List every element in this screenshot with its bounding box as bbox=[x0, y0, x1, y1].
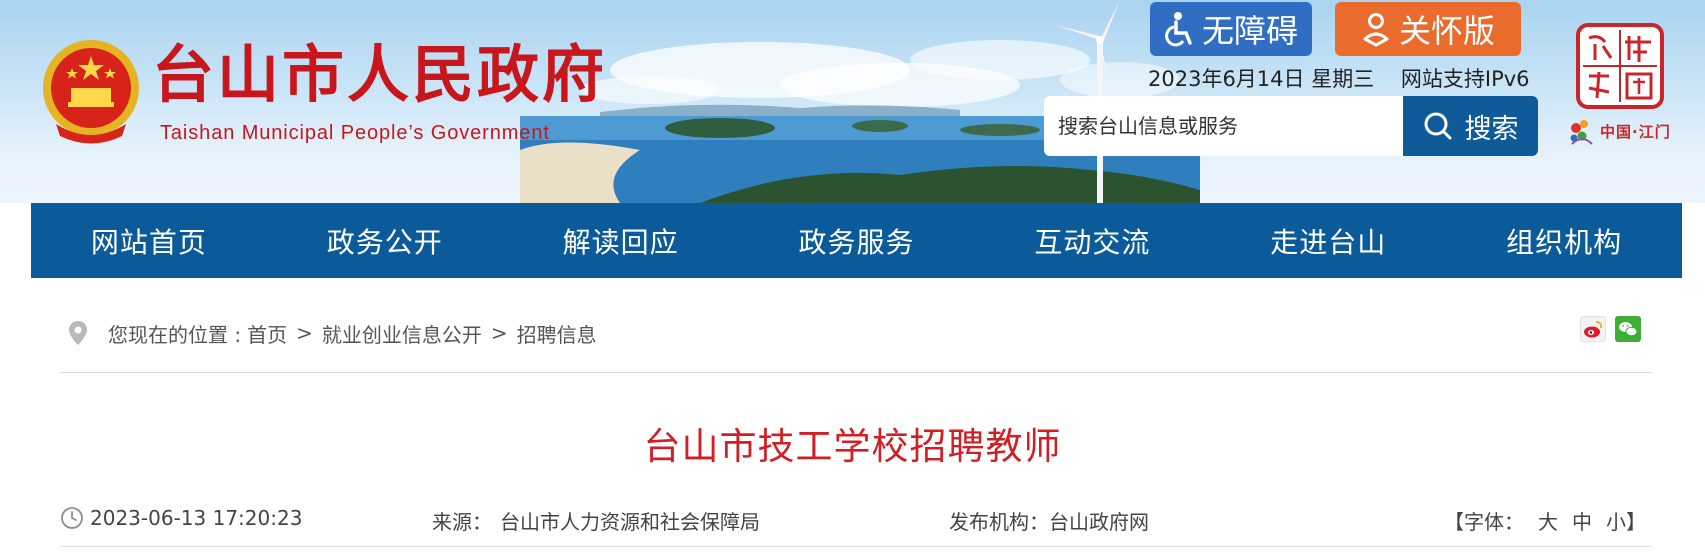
breadcrumb-separator: > bbox=[296, 321, 313, 345]
publisher-label: 发布机构： bbox=[949, 510, 1049, 534]
nav-item-home[interactable]: 网站首页 bbox=[31, 221, 267, 261]
search-button[interactable]: 搜索 bbox=[1403, 96, 1538, 156]
source-label: 来源： bbox=[432, 510, 492, 534]
font-label-open: 【字体： bbox=[1444, 510, 1524, 534]
font-size-small[interactable]: 小 bbox=[1606, 510, 1626, 534]
nav-item-interaction[interactable]: 互动交流 bbox=[974, 221, 1210, 261]
font-size-control: 【字体： 大中小】 bbox=[1444, 506, 1646, 535]
publisher-value: 台山政府网 bbox=[1049, 510, 1149, 534]
nav-item-interpretation[interactable]: 解读回应 bbox=[503, 221, 739, 261]
location-pin-icon bbox=[69, 321, 87, 345]
publish-time-value: 2023-06-13 17:20:23 bbox=[90, 506, 303, 530]
jiangmen-label: 中国·江门 bbox=[1600, 123, 1671, 141]
accessibility-label: 无障碍 bbox=[1201, 12, 1298, 50]
breadcrumb: 您现在的位置 : 首页 > 就业创业信息公开 > 招聘信息 bbox=[60, 313, 1652, 353]
breadcrumb-divider bbox=[60, 372, 1652, 373]
wechat-icon bbox=[1619, 322, 1638, 337]
nav-item-gov-services[interactable]: 政务服务 bbox=[739, 221, 975, 261]
source-value: 台山市人力资源和社会保障局 bbox=[500, 510, 760, 534]
breadcrumb-employment-info[interactable]: 就业创业信息公开 bbox=[322, 319, 482, 348]
search-button-label: 搜索 bbox=[1464, 113, 1519, 145]
qiaodu-seal-icon[interactable] bbox=[1575, 22, 1665, 110]
care-mode-label: 关怀版 bbox=[1398, 12, 1495, 50]
nav-item-organizations[interactable]: 组织机构 bbox=[1446, 221, 1682, 261]
site-title: 台山市人民政府 bbox=[152, 38, 608, 111]
breadcrumb-separator: > bbox=[490, 321, 508, 345]
search-input[interactable] bbox=[1044, 96, 1404, 156]
font-size-medium[interactable]: 中 bbox=[1572, 510, 1592, 534]
site-subtitle: Taishan Municipal People’s Government bbox=[160, 122, 550, 144]
article-publisher: 发布机构：台山政府网 bbox=[949, 506, 1149, 535]
wechat-share-button[interactable] bbox=[1615, 316, 1641, 342]
main-nav: 网站首页 政务公开 解读回应 政务服务 互动交流 走进台山 组织机构 bbox=[31, 203, 1682, 278]
current-date: 2023年6月14日 星期三 bbox=[1148, 67, 1375, 91]
care-icon bbox=[1363, 13, 1389, 47]
weibo-icon bbox=[1584, 321, 1603, 338]
article-meta: 2023-06-13 17:20:23 来源： 台山市人力资源和社会保障局 发布机… bbox=[60, 506, 1652, 536]
clock-icon bbox=[61, 507, 83, 529]
breadcrumb-home[interactable]: 首页 bbox=[247, 319, 287, 348]
breadcrumb-recruitment[interactable]: 招聘信息 bbox=[517, 319, 597, 348]
publish-time: 2023-06-13 17:20:23 bbox=[60, 506, 302, 530]
nav-item-about-taishan[interactable]: 走进台山 bbox=[1210, 221, 1446, 261]
article-source: 来源： 台山市人力资源和社会保障局 bbox=[432, 506, 760, 535]
meta-divider bbox=[60, 546, 1652, 547]
font-size-large[interactable]: 大 bbox=[1538, 510, 1558, 534]
header-banner: 台山市人民政府 Taishan Municipal People’s Gover… bbox=[0, 0, 1705, 203]
accessibility-button[interactable]: 无障碍 bbox=[1150, 2, 1312, 56]
breadcrumb-prefix: 您现在的位置 : bbox=[108, 322, 242, 347]
nav-item-gov-affairs-public[interactable]: 政务公开 bbox=[267, 221, 503, 261]
font-label-close: 】 bbox=[1626, 510, 1646, 534]
ipv6-note: 网站支持IPv6 bbox=[1400, 67, 1530, 91]
wheelchair-icon bbox=[1165, 12, 1192, 47]
weibo-share-button[interactable] bbox=[1580, 316, 1606, 342]
national-emblem-icon bbox=[43, 40, 139, 144]
date-line: 2023年6月14日 星期三 网站支持IPv6 bbox=[1148, 63, 1530, 93]
care-mode-button[interactable]: 关怀版 bbox=[1335, 2, 1521, 56]
search-icon bbox=[1424, 112, 1451, 140]
article-title: 台山市技工学校招聘教师 bbox=[643, 425, 1062, 468]
